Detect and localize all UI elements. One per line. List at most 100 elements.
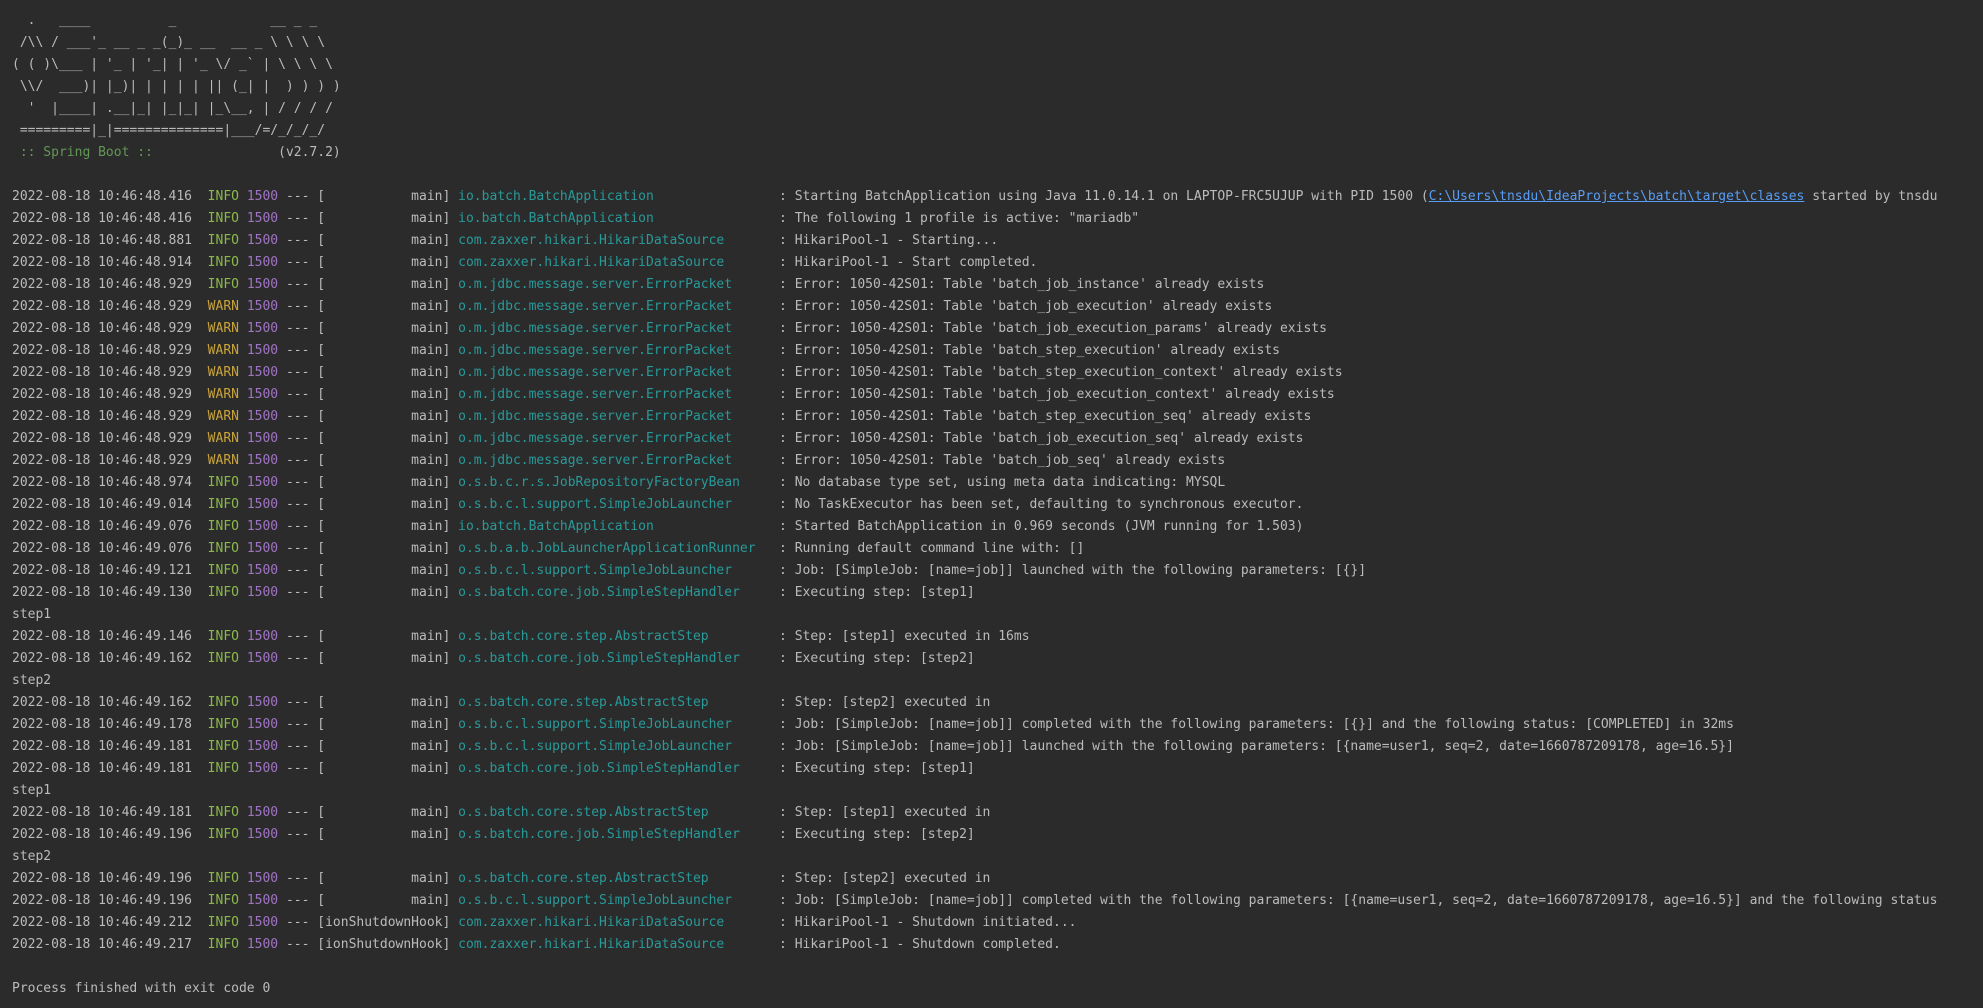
log-pid: 1500: [246, 739, 279, 754]
log-level: INFO: [207, 827, 239, 842]
log-timestamp: 2022-08-18 10:46:49.178: [12, 717, 193, 732]
log-level: INFO: [207, 937, 239, 952]
log-line: 2022-08-18 10:46:49.162 INFO 1500 --- [ …: [12, 695, 991, 710]
log-line: 2022-08-18 10:46:49.181 INFO 1500 --- [ …: [12, 761, 975, 776]
log-timestamp: 2022-08-18 10:46:49.181: [12, 739, 193, 754]
log-logger: o.s.batch.core.job.SimpleStepHandler: [458, 651, 772, 666]
stdout-line: step1: [0, 780, 1983, 802]
spring-boot-version: (v2.7.2): [160, 145, 341, 160]
log-timestamp: 2022-08-18 10:46:49.196: [12, 827, 193, 842]
log-pid: 1500: [246, 893, 279, 908]
log-line: 2022-08-18 10:46:49.014 INFO 1500 --- [ …: [12, 497, 1304, 512]
log-logger: o.m.jdbc.message.server.ErrorPacket: [458, 299, 772, 314]
log-thread: main: [325, 651, 443, 666]
log-thread: main: [325, 409, 443, 424]
log-thread: main: [325, 255, 443, 270]
log-line: 2022-08-18 10:46:48.929 WARN 1500 --- [ …: [12, 365, 1343, 380]
log-level: INFO: [207, 189, 239, 204]
log-thread: main: [325, 871, 443, 886]
stdout-text: step2: [12, 673, 52, 688]
log-message: Executing step: [step1]: [794, 761, 975, 776]
log-logger: o.s.b.c.r.s.JobRepositoryFactoryBean: [458, 475, 772, 490]
log-message-tail: started by tnsdu: [1804, 189, 1938, 204]
log-pid: 1500: [246, 563, 279, 578]
exit-message: Process finished with exit code 0: [12, 981, 271, 996]
log-level: INFO: [207, 629, 239, 644]
log-line: 2022-08-18 10:46:48.929 INFO 1500 --- [ …: [12, 277, 1265, 292]
log-pid: 1500: [246, 497, 279, 512]
log-timestamp: 2022-08-18 10:46:48.929: [12, 365, 193, 380]
log-line: 2022-08-18 10:46:49.178 INFO 1500 --- [ …: [12, 717, 1734, 732]
log-line: 2022-08-18 10:46:48.416 INFO 1500 --- [ …: [12, 189, 1938, 204]
log-level: INFO: [207, 717, 239, 732]
log-logger: o.s.batch.core.job.SimpleStepHandler: [458, 585, 772, 600]
log-line: 2022-08-18 10:46:49.196 INFO 1500 --- [ …: [12, 893, 1938, 908]
log-level: INFO: [207, 805, 239, 820]
log-level: WARN: [207, 431, 239, 446]
log-timestamp: 2022-08-18 10:46:48.929: [12, 277, 193, 292]
log-pid: 1500: [246, 211, 279, 226]
log-logger: com.zaxxer.hikari.HikariDataSource: [458, 255, 772, 270]
log-thread: main: [325, 827, 443, 842]
log-logger: o.s.b.c.l.support.SimpleJobLauncher: [458, 563, 772, 578]
log-timestamp: 2022-08-18 10:46:48.929: [12, 343, 193, 358]
banner-line: /\\ / ___'_ __ _ _(_)_ __ __ _ \ \ \ \: [12, 35, 326, 50]
log-timestamp: 2022-08-18 10:46:49.162: [12, 651, 193, 666]
log-pid: 1500: [246, 255, 279, 270]
log-thread: main: [325, 387, 443, 402]
log-pid: 1500: [246, 321, 279, 336]
console-output[interactable]: . ____ _ __ _ _ /\\ / ___'_ __ _ _(_)_ _…: [0, 0, 1983, 1008]
log-pid: 1500: [246, 937, 279, 952]
log-line: 2022-08-18 10:46:48.929 WARN 1500 --- [ …: [12, 453, 1226, 468]
log-message: Error: 1050-42S01: Table 'batch_job_inst…: [794, 277, 1265, 292]
log-logger: o.s.batch.core.step.AbstractStep: [458, 871, 772, 886]
log-line: 2022-08-18 10:46:49.121 INFO 1500 --- [ …: [12, 563, 1367, 578]
log-level: INFO: [207, 871, 239, 886]
log-level: INFO: [207, 519, 239, 534]
log-timestamp: 2022-08-18 10:46:49.212: [12, 915, 193, 930]
log-timestamp: 2022-08-18 10:46:49.217: [12, 937, 193, 952]
log-timestamp: 2022-08-18 10:46:49.121: [12, 563, 193, 578]
log-pid: 1500: [246, 365, 279, 380]
log-pid: 1500: [246, 695, 279, 710]
log-pid: 1500: [246, 409, 279, 424]
log-logger: o.s.b.a.b.JobLauncherApplicationRunner: [458, 541, 772, 556]
log-message: Job: [SimpleJob: [name=job]] completed w…: [794, 893, 1938, 908]
log-level: WARN: [207, 387, 239, 402]
log-timestamp: 2022-08-18 10:46:49.130: [12, 585, 193, 600]
log-message: HikariPool-1 - Shutdown completed.: [794, 937, 1061, 952]
log-line: 2022-08-18 10:46:49.076 INFO 1500 --- [ …: [12, 519, 1304, 534]
log-thread: main: [325, 629, 443, 644]
log-message: No TaskExecutor has been set, defaulting…: [794, 497, 1304, 512]
log-message: Job: [SimpleJob: [name=job]] launched wi…: [794, 739, 1734, 754]
log-level: WARN: [207, 299, 239, 314]
log-logger: com.zaxxer.hikari.HikariDataSource: [458, 915, 772, 930]
stdout-text: step1: [12, 783, 52, 798]
log-line: 2022-08-18 10:46:49.130 INFO 1500 --- [ …: [12, 585, 975, 600]
banner-line: \\/ ___)| |_)| | | | | || (_| | ) ) ) ): [12, 79, 341, 94]
log-message: Step: [step1] executed in: [794, 805, 991, 820]
log-pid: 1500: [246, 541, 279, 556]
log-level: WARN: [207, 321, 239, 336]
log-message: Step: [step1] executed in 16ms: [794, 629, 1030, 644]
log-level: INFO: [207, 563, 239, 578]
stdout-line: step2: [0, 846, 1983, 868]
log-timestamp: 2022-08-18 10:46:49.014: [12, 497, 193, 512]
log-timestamp: 2022-08-18 10:46:48.929: [12, 299, 193, 314]
spring-boot-version-line: :: Spring Boot :: (v2.7.2): [0, 142, 1983, 164]
log-line: 2022-08-18 10:46:49.181 INFO 1500 --- [ …: [12, 739, 1734, 754]
log-thread: main: [325, 453, 443, 468]
log-message: HikariPool-1 - Shutdown initiated...: [794, 915, 1077, 930]
classpath-link[interactable]: C:\Users\tnsdu\IdeaProjects\batch\target…: [1429, 189, 1805, 204]
log-message: Started BatchApplication in 0.969 second…: [794, 519, 1304, 534]
log-message: Step: [step2] executed in: [794, 871, 991, 886]
log-timestamp: 2022-08-18 10:46:49.181: [12, 805, 193, 820]
log-logger: io.batch.BatchApplication: [458, 211, 772, 226]
log-pid: 1500: [246, 585, 279, 600]
log-logger: o.s.batch.core.job.SimpleStepHandler: [458, 827, 772, 842]
log-level: INFO: [207, 475, 239, 490]
log-thread: main: [325, 277, 443, 292]
log-logger: o.m.jdbc.message.server.ErrorPacket: [458, 343, 772, 358]
log-thread: main: [325, 343, 443, 358]
log-level: INFO: [207, 915, 239, 930]
